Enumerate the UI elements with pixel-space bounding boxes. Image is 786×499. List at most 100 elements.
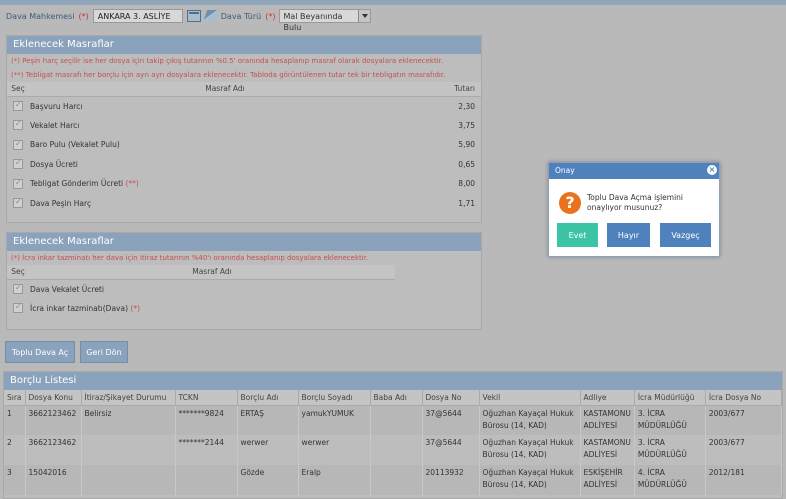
cell-icra-mudurlugu: 4. İCRA MÜDÜRLÜĞÜ <box>634 465 706 495</box>
cell-sira: 3 <box>4 465 26 495</box>
col-icra-dosya-no[interactable]: İcra Dosya No <box>705 390 783 406</box>
cell-icra-dosya-no: 2003/677 <box>705 435 783 465</box>
cell-baba-adi <box>370 405 423 435</box>
close-icon[interactable]: × <box>707 165 717 175</box>
masraf-panel-2: Eklenecek Masraflar (*) İcra inkar tazmi… <box>6 232 482 330</box>
masraf-adi: İcra inkar tazminatı(Dava) <box>30 303 129 313</box>
cell-vekil: Oğuzhan Kayaçal Hukuk Bürosu (14, KAD) <box>479 435 581 465</box>
row-checkbox[interactable] <box>13 100 23 111</box>
row-checkbox[interactable] <box>13 158 23 170</box>
col-sira[interactable]: Sıra <box>4 390 26 406</box>
col-dosya-konu[interactable]: Dosya Konu <box>25 390 82 406</box>
question-icon: ? <box>559 192 581 214</box>
masraf-adi: Vekalet Harcı <box>30 120 80 130</box>
col-dosya-no[interactable]: Dosya No <box>422 390 480 406</box>
table-row[interactable]: 2 3662123462 *******2144 werwer werwer 3… <box>4 435 783 465</box>
borclu-panel-title: Borçlu Listesi <box>4 372 782 390</box>
cell-tckn: *******9824 <box>175 405 238 435</box>
hayir-button[interactable]: Hayır <box>607 223 650 247</box>
cell-borclu-soyadi: Eralp <box>298 465 371 495</box>
chevron-down-icon[interactable] <box>358 10 371 22</box>
row-checkbox[interactable] <box>13 283 23 294</box>
cell-borclu-adi: werwer <box>237 435 299 465</box>
cell-vekil: Oğuzhan Kayaçal Hukuk Bürosu (14, KAD) <box>479 405 581 435</box>
table-row[interactable]: 1 3662123462 Belirsiz *******9824 ERTAŞ … <box>4 405 783 435</box>
borclu-panel: Borçlu Listesi Sıra Dosya Konu İtiraz/Şi… <box>3 371 783 499</box>
mahkeme-label: Dava Mahkemesi <box>6 11 75 21</box>
masraf-note-3: (*) İcra inkar tazminatı her dava için i… <box>11 254 369 262</box>
masraf-adi: Başvuru Harcı <box>30 101 83 111</box>
table-row: Baro Pulu (Vekalet Pulu) 5,90 <box>7 135 481 155</box>
row-checkbox[interactable] <box>13 139 23 150</box>
table-row: Dava Peşin Harç 1,71 <box>7 194 481 214</box>
col-baba-adi[interactable]: Baba Adı <box>370 390 423 406</box>
cell-tckn: *******2144 <box>175 435 238 465</box>
dialog-titlebar: Onay × <box>549 163 719 179</box>
cell-borclu-adi: ERTAŞ <box>237 405 299 435</box>
cell-dosya-konu: 3662123462 <box>25 435 82 465</box>
masraf-table-1: Seç Masraf Adı Tutarı Başvuru Harcı 2,30… <box>7 82 481 213</box>
calendar-icon[interactable] <box>186 10 201 22</box>
dialog-message: Toplu Dava Açma işlemini onaylıyor musun… <box>587 193 683 212</box>
dava-turu-select[interactable]: Mal Beyanında Bulu <box>279 9 372 32</box>
cell-icra-dosya-no: 2012/181 <box>705 465 783 495</box>
masraf-tutar: 2,30 <box>458 101 475 111</box>
masraf-mark: (*) <box>130 303 141 313</box>
cell-dosya-konu: 15042016 <box>25 465 82 495</box>
mahkeme-required-mark: (*) <box>78 11 89 21</box>
filter-row: Dava Mahkemesi (*) ANKARA 3. ASLİYE Dava… <box>6 8 372 32</box>
cell-baba-adi <box>370 465 423 495</box>
masraf-panel-1-title: Eklenecek Masraflar <box>7 36 481 54</box>
dava-turu-required-mark: (*) <box>265 11 276 21</box>
cell-adliye: KASTAMONU ADLİYESİ <box>580 435 635 465</box>
edit-icon[interactable] <box>202 10 219 22</box>
dava-turu-label: Dava Türü <box>220 11 262 21</box>
table-header-row: Sıra Dosya Konu İtiraz/Şikayet Durumu TC… <box>4 390 783 406</box>
col-vekil[interactable]: Vekil <box>479 390 581 406</box>
cell-itiraz <box>81 465 176 495</box>
masraf-table-2: Seç Masraf Adı Dava Vekalet Ücreti İcra … <box>7 265 395 318</box>
row-checkbox[interactable] <box>13 119 23 131</box>
cell-borclu-adi: Gözde <box>237 465 299 495</box>
masraf-tutar: 8,00 <box>458 179 475 189</box>
cell-dosya-konu: 3662123462 <box>25 405 82 435</box>
col-itiraz[interactable]: İtiraz/Şikayet Durumu <box>81 390 176 406</box>
cell-dosya-no: 37@5644 <box>422 405 480 435</box>
masraf-tutar: 0,65 <box>458 159 475 169</box>
top-header-bar <box>0 0 786 5</box>
cell-icra-mudurlugu: 3. İCRA MÜDÜRLÜĞÜ <box>634 405 706 435</box>
col-tutar: Tutarı <box>421 82 481 97</box>
table-row: Tebligat Gönderim Ücreti (**) 8,00 <box>7 174 481 194</box>
mahkeme-field[interactable]: ANKARA 3. ASLİYE <box>92 9 183 23</box>
col-adliye[interactable]: Adliye <box>580 390 635 406</box>
table-row: Vekalet Harcı 3,75 <box>7 116 481 136</box>
col-icra-mudurlugu[interactable]: İcra Müdürlüğü <box>634 390 706 406</box>
masraf-panel-2-title: Eklenecek Masraflar <box>7 233 481 251</box>
col-borclu-adi[interactable]: Borçlu Adı <box>237 390 299 406</box>
table-row: Dosya Ücreti 0,65 <box>7 155 481 175</box>
masraf-adi: Baro Pulu (Vekalet Pulu) <box>30 140 120 150</box>
cell-itiraz: Belirsiz <box>81 405 176 435</box>
cell-vekil: Oğuzhan Kayaçal Hukuk Bürosu (14, KAD) <box>479 465 581 495</box>
geri-don-button[interactable]: Geri Dön <box>80 341 128 363</box>
masraf-tutar: 3,75 <box>458 120 475 130</box>
row-checkbox[interactable] <box>13 178 23 189</box>
toplu-dava-ac-button[interactable]: Toplu Dava Aç <box>5 341 75 363</box>
col-tckn[interactable]: TCKN <box>175 390 238 406</box>
col-masraf-adi: Masraf Adı <box>29 82 421 97</box>
row-checkbox[interactable] <box>13 302 23 314</box>
table-row: Dava Vekalet Ücreti <box>7 279 395 299</box>
row-checkbox[interactable] <box>13 197 23 209</box>
cell-itiraz <box>81 435 176 465</box>
borclu-table: Sıra Dosya Konu İtiraz/Şikayet Durumu TC… <box>4 390 783 495</box>
table-row: İcra inkar tazminatı(Dava) (*) <box>7 299 395 319</box>
col-borclu-soyadi[interactable]: Borçlu Soyadı <box>298 390 371 406</box>
masraf-adi: Dava Peşin Harç <box>30 198 92 208</box>
col-masraf-adi: Masraf Adı <box>29 265 395 280</box>
masraf-adi: Tebligat Gönderim Ücreti <box>30 179 124 189</box>
table-row[interactable]: 3 15042016 Gözde Eralp 20113932 Oğuzhan … <box>4 465 783 495</box>
masraf-tutar: 1,71 <box>458 198 475 208</box>
evet-button[interactable]: Evet <box>557 223 598 247</box>
cell-adliye: KASTAMONU ADLİYESİ <box>580 405 635 435</box>
vazgec-button[interactable]: Vazgeç <box>660 223 711 247</box>
